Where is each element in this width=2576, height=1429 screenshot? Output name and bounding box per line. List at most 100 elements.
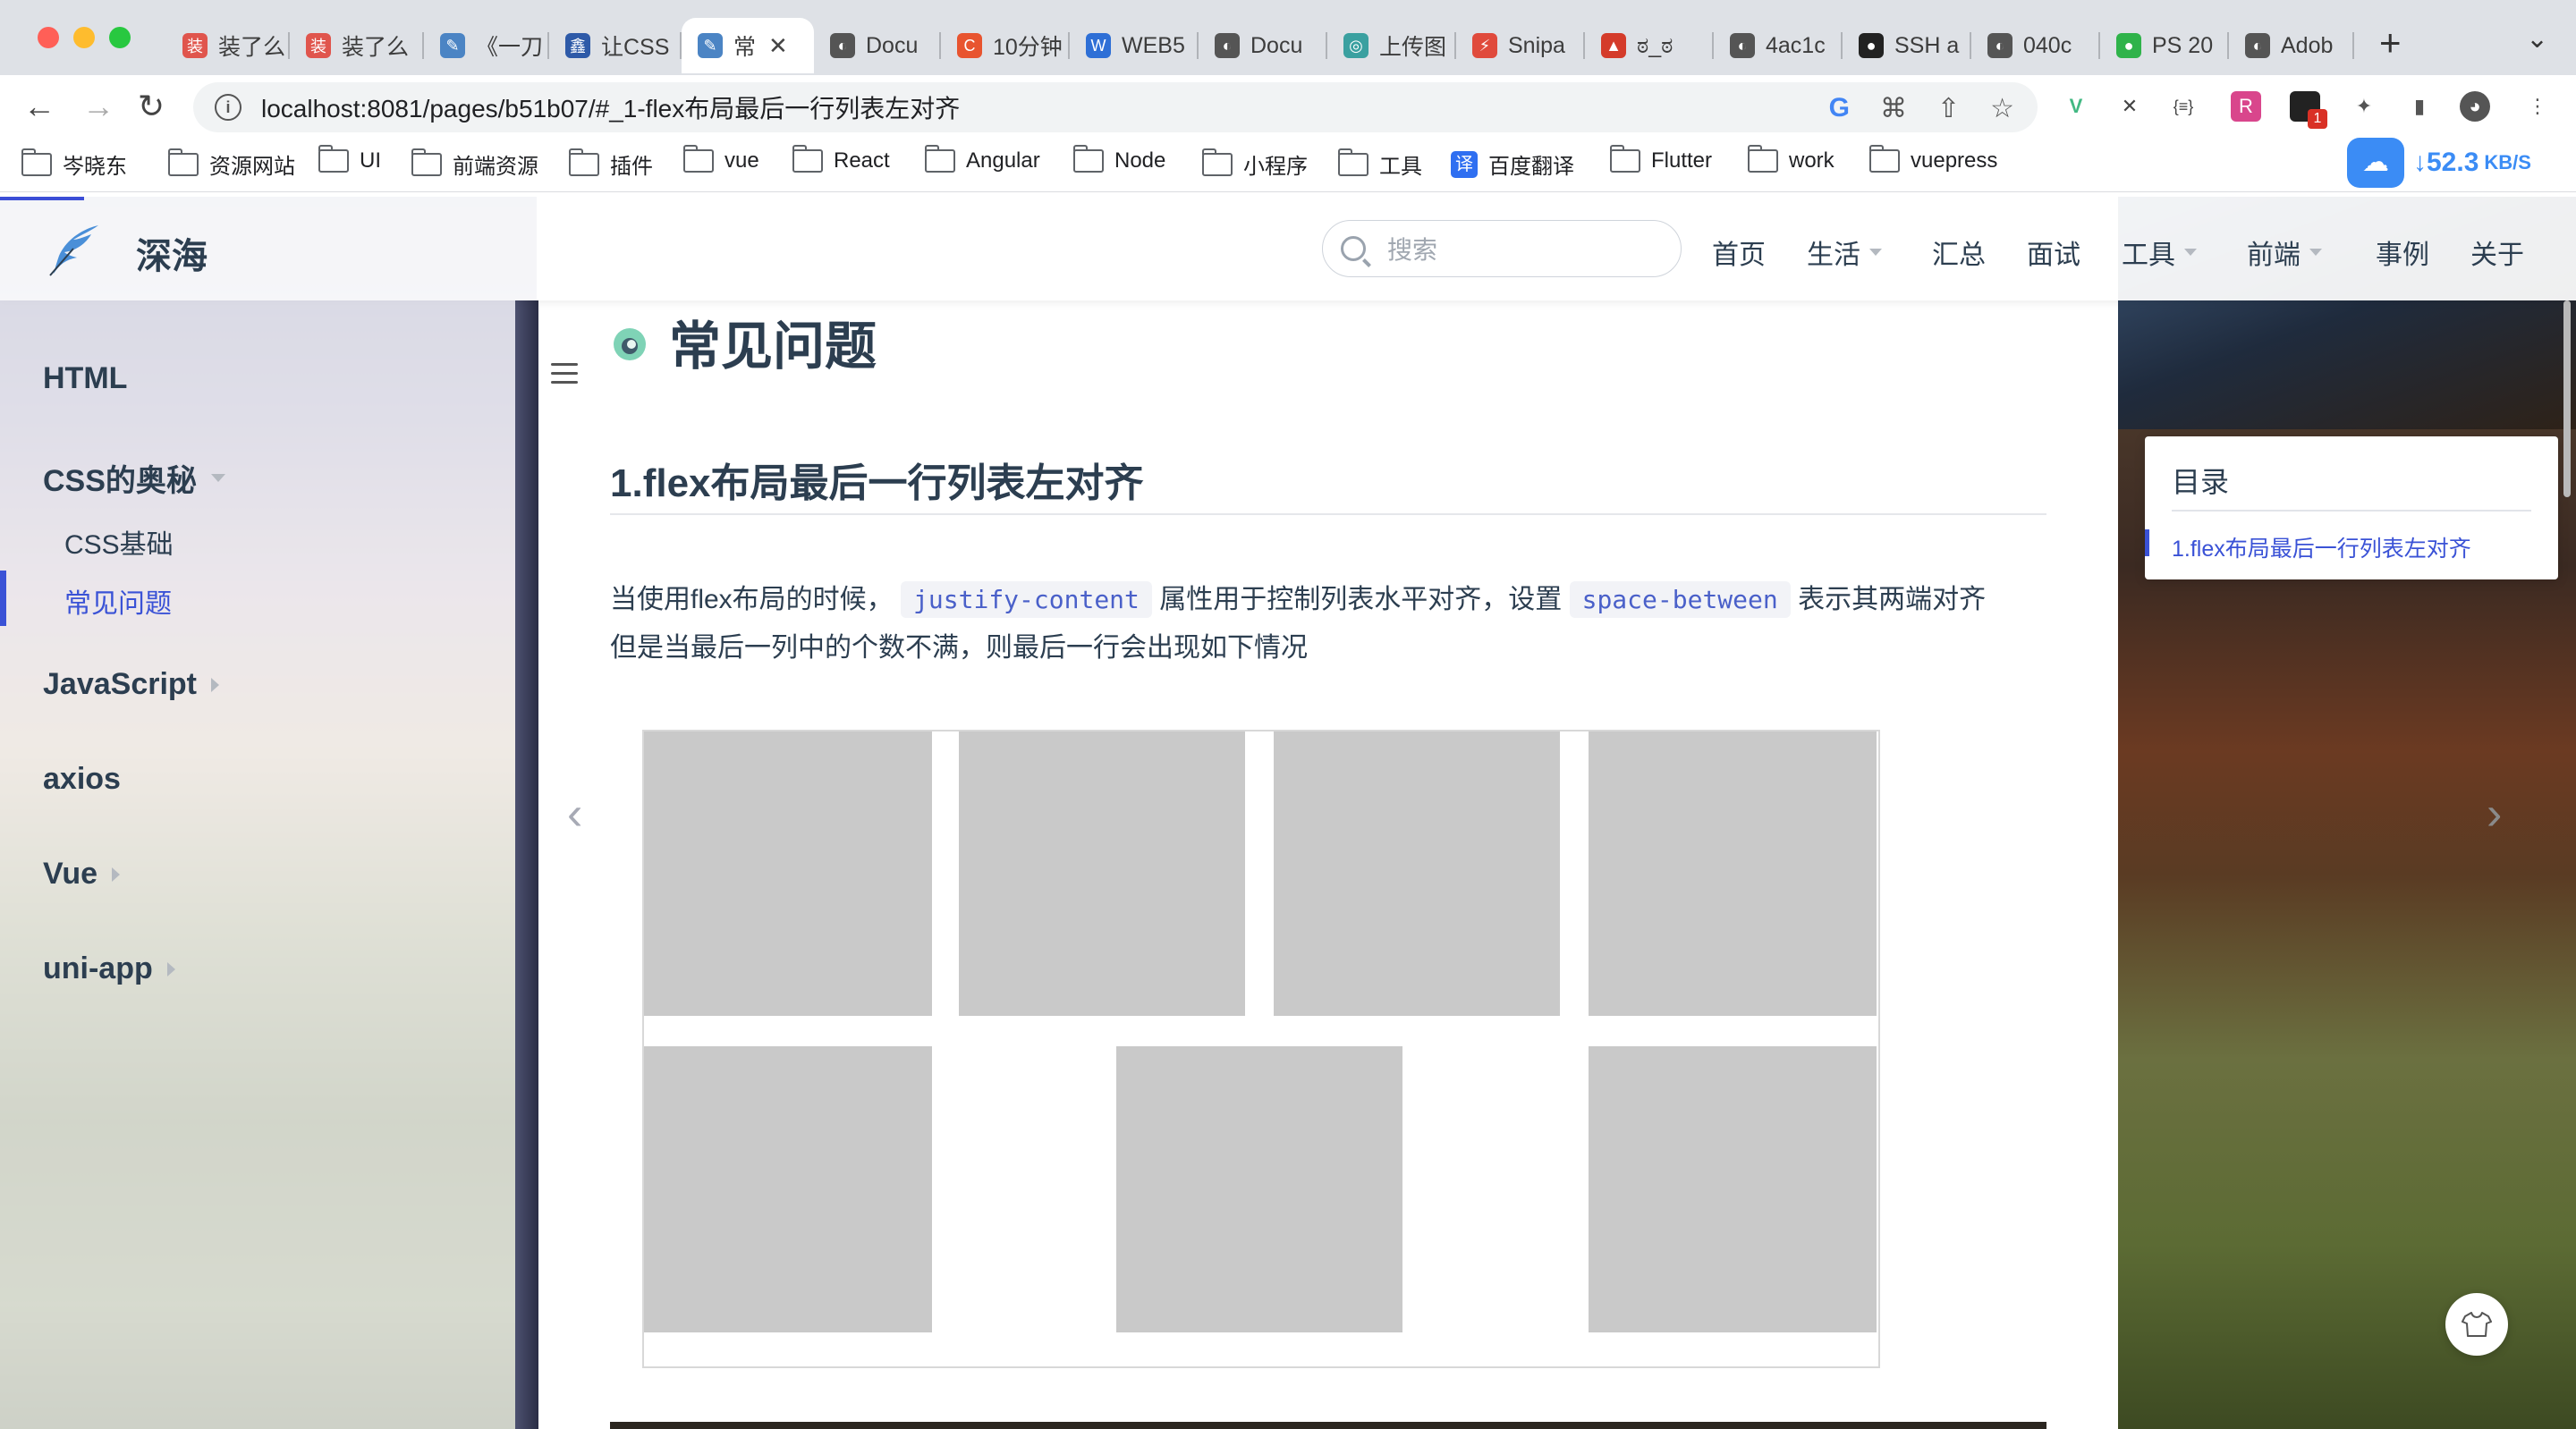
side-panel-icon[interactable]: ▮ <box>2404 91 2435 122</box>
bookmark-folder[interactable]: 小程序 <box>1201 148 1308 180</box>
tab-favicon-icon: W <box>1086 33 1111 58</box>
bookmark-label: 岑晓东 <box>63 155 127 179</box>
site-name[interactable]: 深海 <box>136 227 208 279</box>
browser-tab[interactable]: C 10分钟 <box>941 18 1070 73</box>
nav-item-examples[interactable]: 事例 <box>2376 233 2429 272</box>
sidebar-item-uni-app[interactable]: uni-app <box>43 951 175 986</box>
paragraph-text: 属性用于控制列表水平对齐，设置 <box>1159 585 1563 614</box>
sidebar-item-label: JavaScript <box>43 667 197 701</box>
bookmark-folder[interactable]: Node <box>1072 145 1165 173</box>
bookmark-label: Flutter <box>1651 148 1713 173</box>
nav-item-summary[interactable]: 汇总 <box>1932 233 1986 272</box>
bookmark-folder[interactable]: vuepress <box>1868 145 1997 173</box>
sidebar-item-label: HTML <box>43 361 128 395</box>
search-input[interactable]: 搜索 <box>1322 220 1682 277</box>
tab-close-icon[interactable]: ✕ <box>768 32 788 60</box>
bookmark-folder[interactable]: Flutter <box>1609 145 1713 173</box>
nav-item-tools[interactable]: 工具 <box>2122 233 2197 272</box>
browser-tab[interactable]: ⚡ Snipa <box>1456 18 1585 73</box>
address-bar[interactable]: i localhost:8081/pages/b51b07/#_1-flex布局… <box>193 82 2038 132</box>
crossed-tools-icon[interactable]: ✕ <box>2114 91 2145 122</box>
forward-arrow-icon[interactable]: → <box>82 88 114 125</box>
browser-tab[interactable]: ● PS 20 <box>2100 18 2229 73</box>
bookmark-folder[interactable]: Angular <box>924 145 1040 173</box>
browser-tab[interactable]: ◐ Docu <box>814 18 941 73</box>
extensions-puzzle-icon[interactable]: ✦ <box>2349 91 2379 122</box>
section-heading[interactable]: 1.flex布局最后一行列表左对齐 <box>610 451 1144 508</box>
sidebar-item-axios[interactable]: axios <box>43 762 121 797</box>
sidebar-item-vue[interactable]: Vue <box>43 857 121 892</box>
minimize-window-button[interactable] <box>73 27 95 48</box>
table-of-contents: 目录 1.flex布局最后一行列表左对齐 <box>2145 436 2558 579</box>
profile-avatar[interactable]: ◕ <box>2460 91 2490 122</box>
new-tab-button[interactable]: + <box>2379 21 2402 64</box>
sidebar-item-label: axios <box>43 762 121 796</box>
bookmark-folder[interactable]: 资源网站 <box>167 148 295 180</box>
previous-arrow-icon[interactable]: ‹ <box>567 787 582 841</box>
sidebar-item-css-basics[interactable]: CSS基础 <box>64 522 174 562</box>
toc-item[interactable]: 1.flex布局最后一行列表左对齐 <box>2172 531 2471 563</box>
google-icon[interactable]: G <box>1829 93 1850 124</box>
nav-item-interview[interactable]: 面试 <box>2027 233 2080 272</box>
json-viewer-icon[interactable]: {≡} <box>2168 91 2199 122</box>
nav-item-life[interactable]: 生活 <box>1807 233 1882 272</box>
bookmark-folder[interactable]: 前端资源 <box>411 148 538 180</box>
bookmark-folder[interactable]: 岑晓东 <box>21 148 127 180</box>
browser-tab[interactable]: 装 装了么 <box>166 18 290 73</box>
browser-tab[interactable]: ◐ Adob <box>2229 18 2354 73</box>
bookmark-link[interactable]: 译百度翻译 <box>1451 148 1574 180</box>
bookmark-folder[interactable]: vue <box>682 145 759 173</box>
tab-search-chevron-icon[interactable]: ⌄ <box>2526 23 2548 55</box>
sidebar-toggle-menu-icon[interactable] <box>551 363 578 390</box>
browser-tab[interactable]: ◐ 4ac1c <box>1714 18 1843 73</box>
browser-tab[interactable]: 鑫 让CSS <box>549 18 682 73</box>
browser-tab[interactable]: 装 装了么 <box>290 18 424 73</box>
page-scrollbar[interactable] <box>2563 300 2571 497</box>
share-icon[interactable]: ⇧ <box>1937 93 1960 124</box>
browser-tab[interactable]: ◎ 上传图 <box>1327 18 1456 73</box>
browser-tab[interactable]: ◐ Docu <box>1199 18 1327 73</box>
page-title-row: 常见问题 <box>610 304 877 379</box>
browser-tab-active[interactable]: ✎ 常 ✕ <box>682 18 814 73</box>
bookmark-folder[interactable]: React <box>792 145 890 173</box>
bookmark-folder[interactable]: 工具 <box>1337 148 1422 180</box>
sidebar-item-javascript[interactable]: JavaScript <box>43 667 219 702</box>
reload-icon[interactable]: ↻ <box>138 88 165 125</box>
browser-menu-icon[interactable]: ⋮ <box>2522 91 2553 122</box>
url-text[interactable]: localhost:8081/pages/b51b07/#_1-flex布局最后… <box>261 89 960 125</box>
vue-devtools-icon[interactable]: V <box>2061 91 2091 122</box>
next-arrow-icon[interactable]: › <box>2487 787 2502 841</box>
bookmark-folder[interactable]: UI <box>318 145 381 173</box>
browser-tab[interactable]: ● SSH a <box>1843 18 1971 73</box>
speed-number: 52.3 <box>2427 148 2479 177</box>
tab-favicon-icon: 鑫 <box>565 33 590 58</box>
bookmark-label: 工具 <box>1379 155 1422 179</box>
extension-badge-icon[interactable]: 1 <box>2290 91 2327 129</box>
search-icon <box>1341 236 1366 261</box>
extension-icon[interactable]: R <box>2231 91 2261 122</box>
translate-icon[interactable]: ⌘ <box>1880 93 1907 124</box>
browser-tab[interactable]: W WEB5 <box>1070 18 1199 73</box>
sidebar-item-faq[interactable]: 常见问题 <box>64 581 172 621</box>
site-info-icon[interactable]: i <box>215 94 242 121</box>
close-window-button[interactable] <box>38 27 59 48</box>
nav-item-home[interactable]: 首页 <box>1712 233 1766 272</box>
sidebar-item-html[interactable]: HTML <box>43 361 127 396</box>
sidebar-item-label: 常见问题 <box>64 589 172 619</box>
extension-badge-count: 1 <box>2308 109 2327 129</box>
bookmark-label: 小程序 <box>1243 155 1308 179</box>
browser-tab[interactable]: ▲ ಠ_ಠ <box>1585 18 1714 73</box>
theme-shirt-icon[interactable] <box>2445 1293 2508 1356</box>
bookmark-folder[interactable]: work <box>1747 145 1835 173</box>
feather-logo-icon[interactable] <box>47 222 104 277</box>
bookmark-star-icon[interactable]: ☆ <box>1990 93 2014 124</box>
folder-icon <box>411 148 442 176</box>
back-arrow-icon[interactable]: ← <box>23 88 55 125</box>
browser-tab[interactable]: ✎ 《一刀 <box>424 18 549 73</box>
maximize-window-button[interactable] <box>109 27 131 48</box>
nav-item-frontend[interactable]: 前端 <box>2247 233 2322 272</box>
bookmark-folder[interactable]: 插件 <box>568 148 653 180</box>
sidebar-item-css-secrets[interactable]: CSS的奥秘 <box>43 456 225 500</box>
browser-tab[interactable]: ◐ 040c <box>1971 18 2100 73</box>
nav-item-about[interactable]: 关于 <box>2470 233 2524 272</box>
